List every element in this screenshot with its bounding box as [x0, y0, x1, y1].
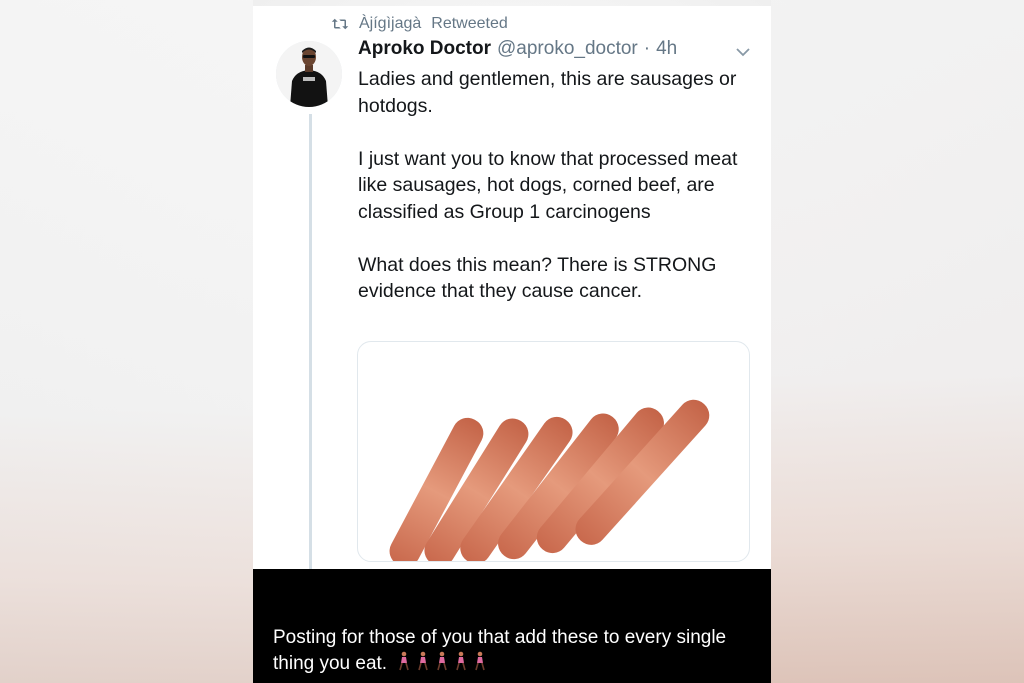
retweet-label: Retweeted: [431, 15, 508, 32]
retweet-icon: [331, 18, 349, 30]
background-left: [0, 0, 253, 683]
woman-walking-icon: [456, 651, 467, 671]
woman-walking-icon: [399, 651, 410, 671]
thread-connector: [309, 114, 312, 569]
tweet-body: Ladies and gentlemen, this are sausages …: [358, 66, 758, 331]
sausages-photo[interactable]: [357, 341, 750, 562]
tweet-header: Aproko Doctor @aproko_doctor · 4h: [358, 38, 753, 64]
tweet-paragraph: Ladies and gentlemen, this are sausages …: [358, 68, 737, 117]
woman-walking-icon: [437, 651, 448, 671]
chevron-down-icon[interactable]: [735, 46, 751, 58]
woman-walking-icon: [475, 651, 486, 671]
tweet-paragraph: I just want you to know that processed m…: [358, 147, 738, 223]
tweet-paragraph: What does this mean? There is STRONG evi…: [358, 253, 717, 303]
author-name[interactable]: Aproko Doctor: [358, 38, 491, 60]
author-handle[interactable]: @aproko_doctor: [497, 38, 638, 60]
woman-walking-emoji-row: [398, 651, 486, 671]
sausages-image: [389, 399, 710, 561]
caption-text-block: Posting for those of you that add these …: [273, 625, 753, 677]
caption-overlay: Posting for those of you that add these …: [253, 569, 771, 683]
tweet-card[interactable]: Àjígìjagà Retweeted Aproko Doctor @aprok…: [253, 6, 771, 569]
background-right: [771, 0, 1024, 683]
profile-avatar[interactable]: [276, 41, 342, 107]
retweet-context: Àjígìjagà Retweeted: [331, 14, 508, 34]
retweeter-name[interactable]: Àjígìjagà: [359, 15, 421, 33]
woman-walking-icon: [418, 651, 429, 671]
tweet-timestamp[interactable]: 4h: [656, 38, 677, 60]
separator-dot: ·: [643, 38, 651, 59]
caption-text: Posting for those of you that add these …: [273, 627, 727, 674]
avatar-image: [276, 41, 342, 107]
